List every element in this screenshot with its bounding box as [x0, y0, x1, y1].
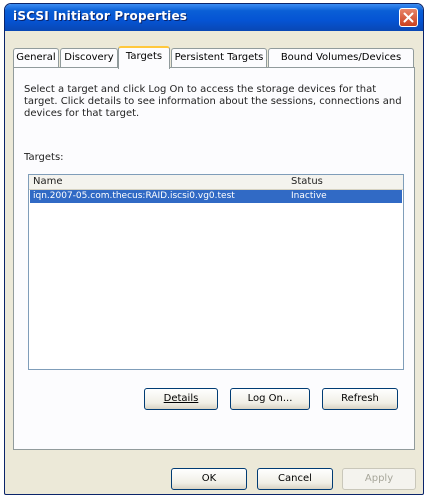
targets-list[interactable]: Name Status iqn.2007-05.com.thecus:RAID.… [28, 174, 404, 370]
targets-label: Targets: [24, 152, 64, 163]
cancel-button-label: Cancel [278, 473, 312, 484]
apply-button[interactable]: Apply [342, 468, 416, 490]
tab-discovery[interactable]: Discovery [60, 48, 118, 67]
tab-targets[interactable]: Targets [118, 46, 170, 69]
log-on-button[interactable]: Log On... [230, 388, 310, 410]
refresh-button[interactable]: Refresh [322, 388, 398, 410]
tab-general-label: General [16, 52, 56, 63]
tab-targets-label: Targets [125, 51, 163, 62]
tab-bound-volumes-label: Bound Volumes/Devices [280, 52, 402, 63]
close-icon [403, 12, 414, 23]
tab-bound-volumes-devices[interactable]: Bound Volumes/Devices [268, 48, 414, 67]
targets-list-header: Name Status [29, 175, 403, 190]
apply-button-label: Apply [364, 473, 394, 484]
close-button[interactable] [399, 8, 418, 27]
tab-persistent-targets-label: Persistent Targets [174, 52, 264, 63]
ok-button[interactable]: OK [171, 468, 247, 490]
targets-description: Select a target and click Log On to acce… [24, 84, 402, 119]
tab-general[interactable]: General [13, 48, 59, 67]
cancel-button[interactable]: Cancel [257, 468, 333, 490]
target-row[interactable]: iqn.2007-05.com.thecus:RAID.iscsi0.vg0.t… [30, 190, 402, 203]
details-button[interactable]: Details [144, 388, 218, 410]
target-status: Inactive [291, 191, 327, 201]
details-button-label: Details [163, 393, 199, 404]
targets-tab-panel: Select a target and click Log On to acce… [13, 67, 415, 450]
iscsi-properties-dialog: iSCSI Initiator Properties General Disco… [4, 3, 424, 495]
window-title: iSCSI Initiator Properties [13, 9, 188, 23]
tab-discovery-label: Discovery [64, 52, 114, 63]
log-on-button-label: Log On... [247, 393, 293, 404]
column-header-status[interactable]: Status [291, 176, 323, 187]
title-bar[interactable]: iSCSI Initiator Properties [5, 4, 423, 31]
column-header-name[interactable]: Name [33, 176, 63, 187]
tab-persistent-targets[interactable]: Persistent Targets [171, 48, 267, 67]
refresh-button-label: Refresh [341, 393, 379, 404]
ok-button-label: OK [201, 473, 217, 484]
target-name: iqn.2007-05.com.thecus:RAID.iscsi0.vg0.t… [33, 191, 235, 201]
